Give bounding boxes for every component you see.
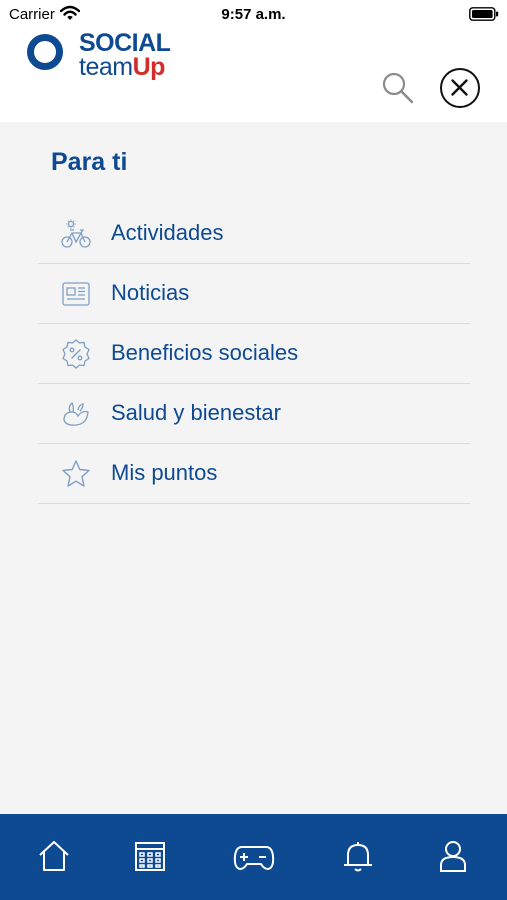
logo-teamup-text: teamUp [79, 54, 165, 80]
menu-item-mis-puntos[interactable]: Mis puntos [38, 444, 470, 504]
logo-up-text: Up [132, 53, 166, 81]
menu-item-actividades[interactable]: Actividades [38, 204, 470, 264]
menu-item-label: Salud y bienestar [111, 400, 281, 425]
home-icon[interactable] [36, 838, 72, 874]
logo-team-text: team [79, 53, 133, 81]
bell-icon[interactable] [340, 838, 376, 874]
newspaper-icon [62, 282, 90, 306]
battery-icon [469, 7, 499, 21]
bicycle-icon [61, 219, 91, 248]
close-button[interactable] [440, 68, 480, 108]
menu-item-label: Noticias [111, 280, 190, 305]
wellness-icon [63, 402, 89, 426]
gamepad-icon[interactable] [232, 838, 276, 874]
menu-item-label: Actividades [111, 220, 224, 245]
menu-item-label: Beneficios sociales [111, 340, 299, 365]
discount-badge-icon [62, 339, 90, 369]
status-time: 9:57 a.m. [221, 6, 286, 23]
menu-item-beneficios-sociales[interactable]: Beneficios sociales [38, 324, 470, 384]
menu-list: Actividades Noticias Beneficios sociales… [38, 204, 470, 504]
menu-item-label: Mis puntos [111, 460, 218, 485]
status-bar: Carrier 9:57 a.m. [0, 0, 507, 30]
menu-item-salud-y-bienestar[interactable]: Salud y bienestar [38, 384, 470, 444]
logo-ring-icon [27, 34, 63, 70]
star-icon [62, 460, 90, 487]
search-icon[interactable] [380, 70, 416, 106]
bottom-tab-bar [0, 814, 507, 900]
menu-item-noticias[interactable]: Noticias [38, 264, 470, 324]
social-teamup-logo: SOCIAL teamUp [27, 30, 177, 86]
section-title: Para ti [51, 148, 128, 176]
calendar-icon[interactable] [132, 838, 168, 874]
profile-icon[interactable] [435, 838, 471, 874]
close-icon [451, 79, 468, 96]
